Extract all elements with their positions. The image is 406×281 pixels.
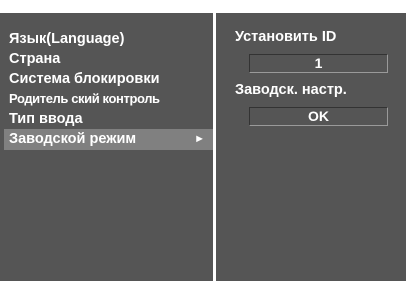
- menu-item-label: Тип ввода: [9, 111, 83, 127]
- menu-item-label: Система блокировки: [9, 71, 160, 87]
- set-id-field[interactable]: 1: [249, 54, 388, 73]
- menu-item-lock-system[interactable]: Система блокировки: [4, 69, 213, 89]
- menu-item-label: Страна: [9, 51, 61, 67]
- osd-screen: Язык(Language) Страна Система блокировки…: [0, 0, 406, 281]
- menu-item-factory-mode[interactable]: Заводской режим ►: [4, 129, 213, 150]
- factory-reset-label: Заводск. настр.: [235, 82, 347, 98]
- menu-item-parental-control[interactable]: Родитель ский контроль: [4, 89, 213, 109]
- settings-panel: Установить ID 1 Заводск. настр. OK: [216, 13, 406, 281]
- menu-item-label: Заводской режим: [9, 131, 137, 147]
- ok-button[interactable]: OK: [249, 107, 388, 126]
- menu-item-label: Язык(Language): [9, 31, 125, 47]
- menu-item-language[interactable]: Язык(Language): [4, 29, 213, 49]
- menu-item-input-type[interactable]: Тип ввода: [4, 109, 213, 129]
- set-id-label: Установить ID: [235, 29, 337, 45]
- menu-list: Язык(Language) Страна Система блокировки…: [4, 29, 213, 150]
- arrow-right-icon: ►: [194, 133, 205, 145]
- menu-item-label: Родитель ский контроль: [9, 91, 160, 106]
- menu-panel: Язык(Language) Страна Система блокировки…: [0, 13, 213, 281]
- menu-item-country[interactable]: Страна: [4, 49, 213, 69]
